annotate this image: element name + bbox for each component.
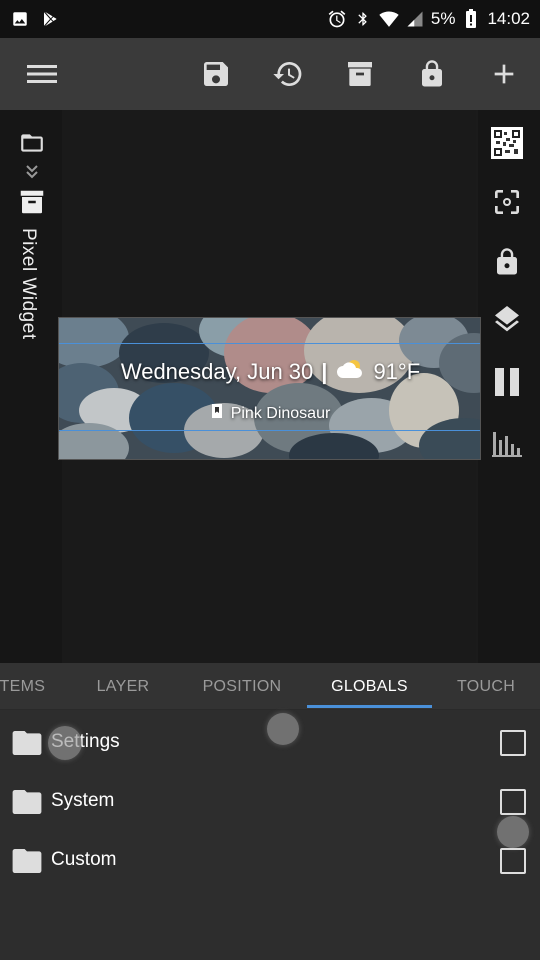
editor-area: Pixel Widget Wednesday, Jun 30 | 91°F Pi… <box>0 110 540 663</box>
layers-icon[interactable] <box>491 306 523 343</box>
widget-date: Wednesday, Jun 30 <box>120 359 314 384</box>
battery-icon <box>461 9 481 29</box>
toolbar <box>0 38 540 110</box>
qr-code-icon[interactable] <box>491 127 523 159</box>
widget-event-line: Pink Dinosaur <box>59 404 480 423</box>
widget-separator: | <box>321 359 328 384</box>
bookmark-icon <box>211 404 223 423</box>
touch-indicator <box>497 816 529 848</box>
menu-icon <box>27 65 57 83</box>
tab-indicator <box>307 705 432 708</box>
add-icon <box>494 64 514 84</box>
expand-icon[interactable] <box>24 164 40 185</box>
folder-icon <box>12 731 42 760</box>
tab-touch[interactable]: TOUCH <box>440 663 532 710</box>
tab-position[interactable]: POSITION <box>187 663 297 710</box>
list-item-system[interactable]: System <box>0 772 540 830</box>
checkbox[interactable] <box>500 789 526 815</box>
widget-temperature: 91°F <box>373 359 421 384</box>
play-store-icon <box>40 9 60 29</box>
widget-preview[interactable]: Wednesday, Jun 30 | 91°F Pink Dinosaur <box>58 317 481 460</box>
list-item-label: System <box>51 790 115 811</box>
tab-bar: ITEMS LAYER POSITION GLOBALS TOUCH <box>0 663 540 710</box>
menu-button[interactable] <box>24 56 60 92</box>
archive-button[interactable] <box>342 56 378 92</box>
left-sidebar: Pixel Widget <box>0 110 62 663</box>
touch-indicator <box>48 726 82 760</box>
right-sidebar <box>478 110 540 663</box>
signal-icon <box>405 9 425 29</box>
battery-percent: 5% <box>430 9 456 28</box>
status-bar: 5% 14:02 <box>0 0 540 38</box>
bluetooth-icon <box>353 9 373 29</box>
lock-icon[interactable] <box>492 246 522 283</box>
folder-open-icon[interactable] <box>17 130 47 161</box>
list-item-custom[interactable]: Custom <box>0 831 540 889</box>
add-button[interactable] <box>486 56 522 92</box>
lock-button[interactable] <box>414 56 450 92</box>
checkbox[interactable] <box>500 848 526 874</box>
alarm-icon <box>327 9 347 29</box>
touch-indicator <box>267 713 299 745</box>
weather-icon <box>335 358 365 386</box>
save-button[interactable] <box>198 56 234 92</box>
widget-date-line: Wednesday, Jun 30 | 91°F <box>59 358 480 386</box>
focus-icon[interactable] <box>491 186 523 223</box>
wifi-icon <box>379 9 399 29</box>
save-icon <box>204 62 228 86</box>
lock-icon <box>422 60 442 87</box>
archive-icon <box>348 62 372 86</box>
equalizer-icon[interactable] <box>491 426 523 463</box>
tab-layer[interactable]: LAYER <box>73 663 173 710</box>
folder-icon <box>12 849 42 878</box>
list-item-label: Custom <box>51 849 117 870</box>
tab-items[interactable]: ITEMS <box>0 663 50 710</box>
folder-icon <box>12 790 42 819</box>
tab-globals[interactable]: GLOBALS <box>307 663 432 710</box>
archive-icon[interactable] <box>17 186 47 223</box>
image-icon <box>10 9 30 29</box>
history-icon <box>273 61 302 86</box>
history-button[interactable] <box>270 56 306 92</box>
pause-icon[interactable] <box>493 366 521 403</box>
clock: 14:02 <box>487 9 530 28</box>
checkbox[interactable] <box>500 730 526 756</box>
widget-title: Pixel Widget <box>18 228 39 340</box>
widget-event: Pink Dinosaur <box>230 404 331 422</box>
